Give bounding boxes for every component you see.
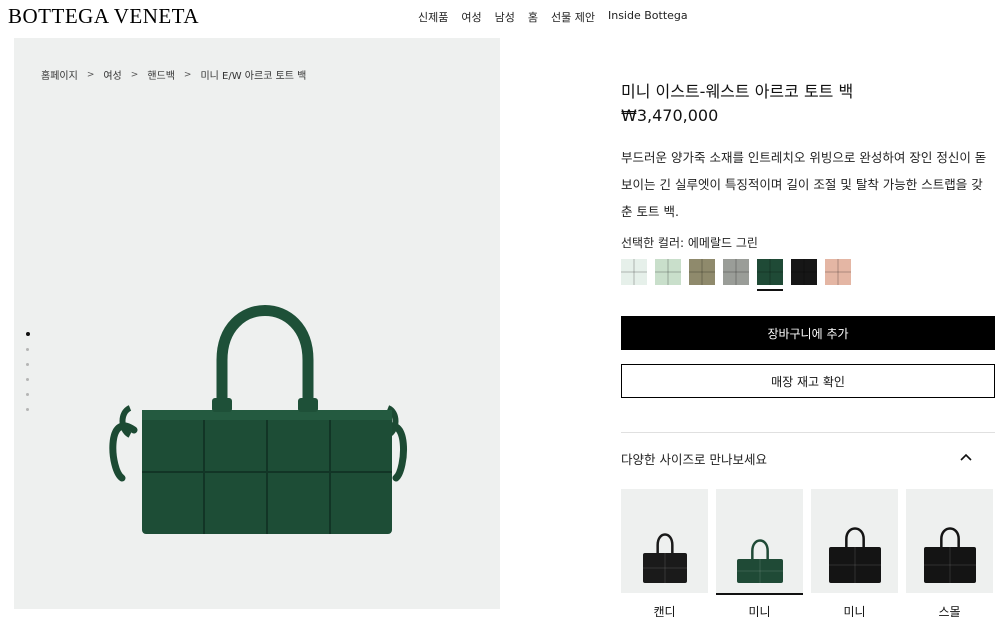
color-swatch[interactable] xyxy=(757,259,783,291)
gallery-pagination xyxy=(25,332,30,411)
breadcrumb-home[interactable]: 홈페이지 xyxy=(41,67,78,82)
add-to-cart-button[interactable]: 장바구니에 추가 xyxy=(621,316,995,350)
size-option-label: 미니 xyxy=(843,605,866,617)
size-option-card[interactable]: 미니 xyxy=(716,489,803,617)
brand-logo[interactable]: BOTTEGA VENETA xyxy=(8,4,199,29)
product-price: ₩3,470,000 xyxy=(621,106,719,125)
nav-item-women[interactable]: 여성 xyxy=(461,9,481,25)
sizes-heading: 다양한 사이즈로 만나보세요 xyxy=(621,452,767,467)
product-image-bag xyxy=(109,305,407,534)
chevron-up-icon[interactable] xyxy=(958,449,974,465)
selected-color-label: 선택한 컬러: 에메랄드 그린 xyxy=(621,236,758,250)
chevron-right-icon: > xyxy=(130,69,139,80)
size-option-card[interactable]: 미니 xyxy=(811,489,898,617)
chevron-right-icon: > xyxy=(183,69,192,80)
size-option-image xyxy=(906,489,993,593)
color-swatch[interactable] xyxy=(825,259,851,285)
nav-item-inside-bottega[interactable]: Inside Bottega xyxy=(608,9,688,25)
color-swatches xyxy=(621,259,851,291)
color-swatch[interactable] xyxy=(655,259,681,285)
gallery-dot[interactable] xyxy=(25,332,30,336)
size-option-card[interactable]: 스몰 xyxy=(906,489,993,617)
color-swatch[interactable] xyxy=(791,259,817,285)
size-option-label: 미니 xyxy=(748,605,771,617)
color-swatch[interactable] xyxy=(723,259,749,285)
nav-item-home[interactable]: 홈 xyxy=(528,9,538,25)
selected-swatch-indicator xyxy=(757,289,783,291)
size-option-image xyxy=(716,489,803,593)
main-nav: 신제품 여성 남성 홈 선물 제안 Inside Bottega xyxy=(418,9,688,25)
size-options: 캔디 미니 미니 스몰 xyxy=(621,489,993,617)
product-description: 부드러운 양가죽 소재를 인트레치오 위빙으로 완성하여 장인 정신이 돋보이는… xyxy=(621,150,987,219)
gallery-dot[interactable] xyxy=(26,348,29,351)
breadcrumb: 홈페이지 > 여성 > 핸드백 > 미니 E/W 아르코 토트 백 xyxy=(41,67,307,83)
size-option-label: 스몰 xyxy=(938,605,961,617)
breadcrumb-handbags[interactable]: 핸드백 xyxy=(147,67,175,82)
chevron-right-icon: > xyxy=(86,69,95,80)
breadcrumb-current: 미니 E/W 아르코 토트 백 xyxy=(200,71,307,82)
check-store-stock-button[interactable]: 매장 재고 확인 xyxy=(621,364,995,398)
size-option-card[interactable]: 캔디 xyxy=(621,489,708,617)
size-option-image xyxy=(811,489,898,593)
nav-item-new[interactable]: 신제품 xyxy=(418,9,448,25)
gallery-dot[interactable] xyxy=(26,378,29,381)
gallery-dot[interactable] xyxy=(26,408,29,411)
size-option-image xyxy=(621,489,708,593)
gallery-dot[interactable] xyxy=(26,363,29,366)
nav-item-gifts[interactable]: 선물 제안 xyxy=(551,9,595,25)
gallery-dot[interactable] xyxy=(26,393,29,396)
product-gallery[interactable]: 홈페이지 > 여성 > 핸드백 > 미니 E/W 아르코 토트 백 xyxy=(14,38,500,609)
nav-item-men[interactable]: 남성 xyxy=(495,9,515,25)
breadcrumb-women[interactable]: 여성 xyxy=(103,67,121,82)
color-swatch[interactable] xyxy=(689,259,715,285)
size-option-label: 캔디 xyxy=(653,605,676,617)
color-swatch[interactable] xyxy=(621,259,647,285)
divider xyxy=(621,432,995,433)
product-title: 미니 이스트-웨스트 아르코 토트 백 xyxy=(621,82,854,101)
